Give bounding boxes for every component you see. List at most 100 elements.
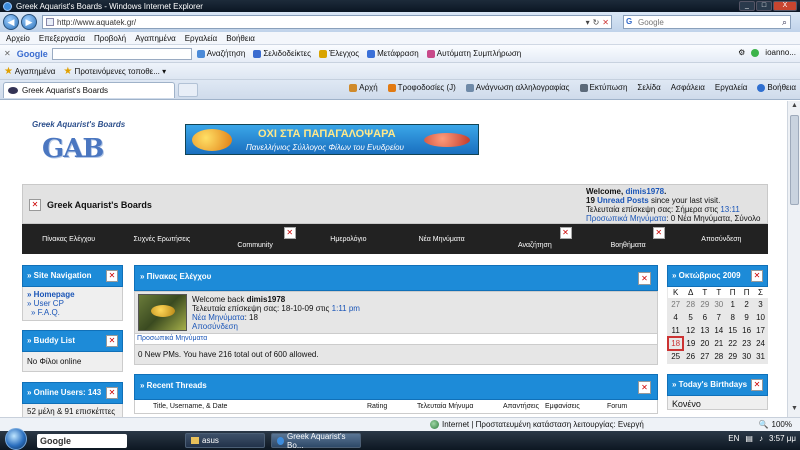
menu-edit[interactable]: Επεξεργασία xyxy=(39,34,85,43)
taskbar-asus[interactable]: asus xyxy=(185,433,265,448)
nav-community[interactable]: Community ✕ xyxy=(209,226,302,249)
network-icon[interactable]: ▤ xyxy=(745,434,753,443)
calendar-day[interactable]: 21 xyxy=(711,336,727,351)
calendar-day[interactable]: 26 xyxy=(682,349,699,364)
search-box[interactable]: G Google ⌕ xyxy=(623,15,791,29)
menu-view[interactable]: Προβολή xyxy=(94,34,126,43)
stop-icon[interactable]: ✕ xyxy=(602,18,609,27)
bookmarks-button[interactable]: Σελιδοδείκτες xyxy=(253,49,311,58)
calendar-today[interactable]: 18 xyxy=(666,336,685,351)
zoom-level[interactable]: 100% xyxy=(772,420,792,429)
pm-tab[interactable]: Προσωπικά Μηνύματα xyxy=(134,334,658,345)
google-desktop-search[interactable]: Google xyxy=(37,433,127,448)
calendar-day[interactable]: 25 xyxy=(667,349,684,364)
page-button[interactable]: Σελίδα xyxy=(637,83,660,92)
calendar-day[interactable]: 24 xyxy=(753,336,768,351)
calendar-day[interactable]: 30 xyxy=(711,297,727,312)
volume-icon[interactable]: ♪ xyxy=(759,434,763,443)
calendar-day[interactable]: 11 xyxy=(667,323,684,338)
nav-tools[interactable]: Βοηθήματα ✕ xyxy=(582,226,675,249)
col-forum[interactable]: Forum xyxy=(607,403,627,410)
suggested-sites[interactable]: ★ Προτεινόμενες τοποθε... ▾ xyxy=(63,66,166,77)
calendar-day[interactable]: 1 xyxy=(725,297,741,312)
menu-help[interactable]: Βοήθεια xyxy=(226,34,255,43)
nav-calendar[interactable]: Ημερολόγιο xyxy=(302,236,395,243)
logout-link[interactable]: Αποσύνδεση xyxy=(192,322,238,331)
calendar-day[interactable]: 16 xyxy=(739,323,755,338)
taskbar-ie-window[interactable]: Greek Aquarist's Bo... xyxy=(271,432,361,450)
col-last-post[interactable]: Τελευταία Μήνυμα xyxy=(417,403,473,410)
nav-search[interactable]: Αναζήτηση ✕ xyxy=(488,226,581,249)
calendar-header[interactable]: » Οκτώβριος 2009 ✕ xyxy=(667,265,768,287)
search-icon[interactable]: ⌕ xyxy=(782,17,787,28)
maximize-button[interactable]: □ xyxy=(756,1,772,11)
wrench-icon[interactable]: ⚙ xyxy=(738,48,745,57)
calendar-day[interactable]: 27 xyxy=(667,297,684,312)
calendar-day[interactable]: 14 xyxy=(711,323,727,338)
nav-homepage-link[interactable]: » Homepage xyxy=(27,290,118,299)
safety-button[interactable]: Ασφάλεια xyxy=(671,83,705,92)
collapse-icon[interactable]: ✕ xyxy=(638,381,651,394)
close-button[interactable]: X xyxy=(773,1,797,11)
collapse-icon[interactable]: ✕ xyxy=(751,379,763,391)
site-logo[interactable]: Greek Aquarist's Boards GAB xyxy=(32,120,142,168)
nav-new-posts[interactable]: Νέα Μηνύματα xyxy=(395,236,488,243)
tools-button[interactable]: Εργαλεία xyxy=(715,83,747,92)
nav-logout[interactable]: Αποσύνδεση xyxy=(675,236,768,243)
avatar[interactable] xyxy=(138,294,187,331)
check-button[interactable]: Έλεγχος xyxy=(318,49,359,58)
address-bar[interactable]: http://www.aquatek.gr/ ▾ ↻ ✕ xyxy=(42,15,612,29)
online-users-header[interactable]: » Online Users: 143 ✕ xyxy=(22,382,123,404)
forward-button[interactable]: ▶ xyxy=(21,14,37,30)
col-title[interactable]: Title, Username, & Date xyxy=(153,403,227,410)
nav-faq[interactable]: Συχνές Ερωτήσεις xyxy=(115,236,208,243)
new-tab-button[interactable] xyxy=(178,82,198,97)
private-messages-link[interactable]: Προσωπικά Μηνύματα xyxy=(586,214,666,223)
col-rating[interactable]: Rating xyxy=(367,403,387,410)
menu-tools[interactable]: Εργαλεία xyxy=(185,34,217,43)
feeds-button[interactable]: Τροφοδοσίες (J) xyxy=(387,83,456,92)
calendar-day[interactable]: 8 xyxy=(725,310,741,325)
calendar-day[interactable]: 6 xyxy=(697,310,713,325)
calendar-day[interactable]: 7 xyxy=(711,310,727,325)
dropdown-icon[interactable]: ▾ xyxy=(586,18,590,27)
collapse-icon[interactable]: ✕ xyxy=(106,387,118,399)
clock[interactable]: 3:57 μμ xyxy=(769,434,796,443)
nav-faq-link[interactable]: » F.A.Q. xyxy=(27,308,118,317)
vertical-scrollbar[interactable]: ▲ ▼ xyxy=(787,101,800,417)
col-views[interactable]: Εμφανίσεις xyxy=(545,403,580,410)
calendar-day[interactable]: 27 xyxy=(697,349,713,364)
birthdays-header[interactable]: » Today's Birthdays ✕ xyxy=(667,374,768,396)
read-mail-button[interactable]: Ανάγνωση αλληλογραφίας xyxy=(465,83,570,92)
zoom-icon[interactable]: 🔍 xyxy=(759,420,769,429)
start-button[interactable] xyxy=(5,427,27,450)
site-navigation-header[interactable]: » Site Navigation ✕ xyxy=(22,265,123,287)
language-indicator[interactable]: EN xyxy=(728,434,739,443)
scroll-up-icon[interactable]: ▲ xyxy=(789,102,800,113)
collapse-icon[interactable]: ✕ xyxy=(638,272,651,285)
recent-threads-header[interactable]: » Recent Threads ✕ xyxy=(134,374,658,400)
calendar-day[interactable]: 17 xyxy=(753,323,768,338)
calendar-day[interactable]: 13 xyxy=(697,323,713,338)
usercp-header[interactable]: » Πίνακας Ελέγχου ✕ xyxy=(134,265,658,291)
new-posts-link[interactable]: Νέα Μηνύματα xyxy=(192,313,245,322)
collapse-icon[interactable]: ✕ xyxy=(106,270,118,282)
google-search-input[interactable] xyxy=(51,47,192,60)
back-button[interactable]: ◀ xyxy=(3,14,19,30)
col-replies[interactable]: Απαντήσεις xyxy=(503,403,539,410)
welcome-username[interactable]: dimis1978 xyxy=(625,187,664,196)
autofill-button[interactable]: Αυτόματη Συμπλήρωση xyxy=(426,49,521,58)
print-button[interactable]: Εκτύπωση xyxy=(579,83,627,92)
google-search-button[interactable]: Αναζήτηση xyxy=(196,49,245,58)
calendar-day[interactable]: 2 xyxy=(739,297,755,312)
calendar-day[interactable]: 10 xyxy=(753,310,768,325)
collapse-icon[interactable]: ✕ xyxy=(106,335,118,347)
nav-usercp[interactable]: Πίνακας Ελέγχου xyxy=(22,236,115,243)
favorites-button[interactable]: ★ Αγαπημένα xyxy=(4,66,55,77)
calendar-day[interactable]: 28 xyxy=(682,297,699,312)
calendar-day[interactable]: 5 xyxy=(682,310,699,325)
google-user[interactable]: ioanno... xyxy=(765,48,796,57)
calendar-day[interactable]: 29 xyxy=(697,297,713,312)
calendar-day[interactable]: 15 xyxy=(725,323,741,338)
tab-active[interactable]: Greek Aquarist's Boards xyxy=(3,81,175,98)
